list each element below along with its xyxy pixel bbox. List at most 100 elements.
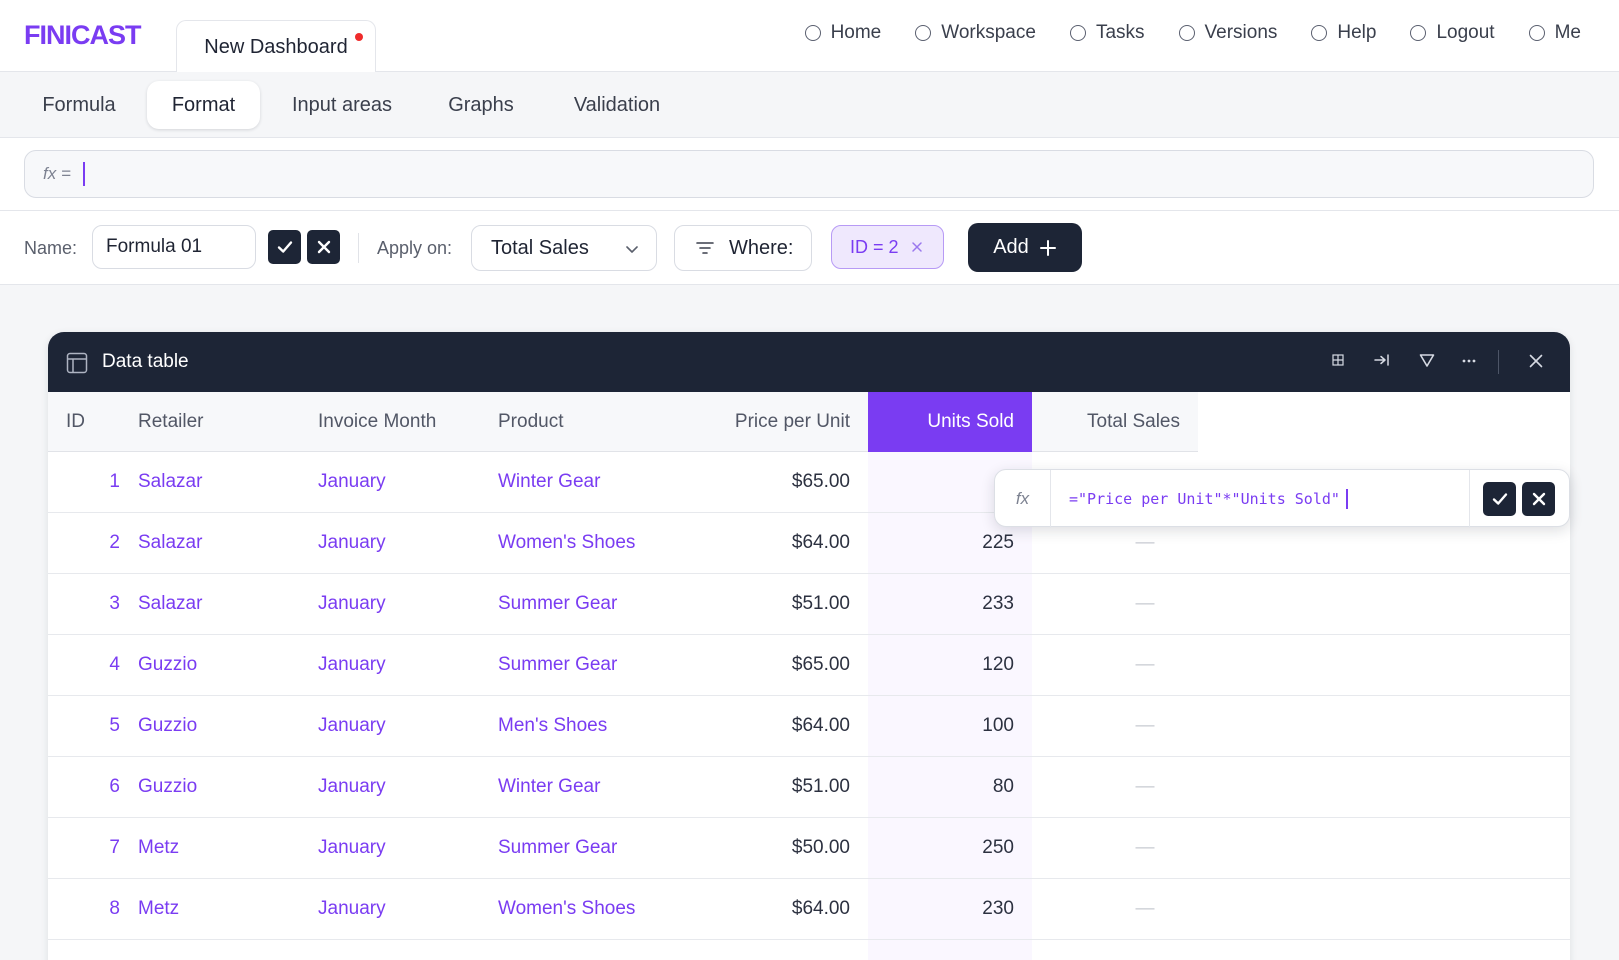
- cell-product[interactable]: Men's Shoes: [498, 696, 678, 756]
- expand-right-icon[interactable]: [1373, 352, 1391, 368]
- column-header-id[interactable]: ID: [66, 392, 126, 452]
- nav-me[interactable]: Me: [1528, 22, 1581, 44]
- cell-price-per-unit[interactable]: $64.00: [688, 696, 850, 756]
- confirm-formula-button[interactable]: [1483, 482, 1516, 516]
- cancel-name-button[interactable]: [307, 230, 340, 264]
- cell-units-sold[interactable]: 233: [868, 574, 1032, 634]
- column-header-price-per-unit[interactable]: Price per Unit: [688, 392, 850, 452]
- cell-retailer[interactable]: Metz: [138, 818, 308, 878]
- cell-total-sales[interactable]: —: [1032, 818, 1198, 878]
- formula-input[interactable]: fx =: [24, 150, 1594, 198]
- chip-remove-icon[interactable]: [911, 241, 923, 253]
- cell-invoice-month[interactable]: January: [318, 574, 488, 634]
- cell-product[interactable]: Winter Gear: [498, 757, 678, 817]
- cell-id[interactable]: 3: [66, 574, 120, 634]
- cell-invoice-month[interactable]: January: [318, 818, 488, 878]
- cell-id[interactable]: 6: [66, 757, 120, 817]
- grid-icon[interactable]: [1330, 352, 1346, 368]
- tab-formula[interactable]: Formula: [24, 81, 134, 129]
- cell-price-per-unit[interactable]: $51.00: [688, 574, 850, 634]
- cell-total-sales[interactable]: —: [1032, 879, 1198, 939]
- cell-product[interactable]: Women's Shoes: [498, 513, 678, 573]
- cell-total-sales[interactable]: —: [1032, 574, 1198, 634]
- nav-home[interactable]: Home: [804, 22, 881, 44]
- column-header-product[interactable]: Product: [498, 392, 678, 452]
- cell-product[interactable]: Summer Gear: [498, 574, 678, 634]
- where-filter-button[interactable]: Where:: [674, 225, 812, 271]
- nav-help[interactable]: Help: [1311, 22, 1376, 44]
- cell-total-sales[interactable]: —: [1032, 635, 1198, 695]
- cell-id[interactable]: 2: [66, 513, 120, 573]
- brand-logo[interactable]: FINICAST: [24, 20, 141, 51]
- cell-price-per-unit[interactable]: $65.00: [688, 635, 850, 695]
- cell-price-per-unit[interactable]: $65.00: [688, 452, 850, 512]
- cell-invoice-month[interactable]: January: [318, 879, 488, 939]
- cell-product[interactable]: Summer Gear: [498, 635, 678, 695]
- tab-format[interactable]: Format: [147, 81, 260, 129]
- close-icon[interactable]: [1527, 352, 1545, 370]
- circle-icon: [1311, 25, 1328, 41]
- column-header-invoice-month[interactable]: Invoice Month: [318, 392, 488, 452]
- cell-price-per-unit[interactable]: $64.00: [688, 879, 850, 939]
- filter-icon[interactable]: [1418, 352, 1436, 370]
- cell-retailer[interactable]: Metz: [138, 879, 308, 939]
- table-row[interactable]: 6 Guzzio January Winter Gear $51.00 80—: [48, 757, 1570, 818]
- table-row[interactable]: 4 Guzzio January Summer Gear $65.00 120—: [48, 635, 1570, 696]
- cell-product[interactable]: Winter Gear: [498, 452, 678, 512]
- cell-invoice-month[interactable]: January: [318, 696, 488, 756]
- cell-retailer[interactable]: Salazar: [138, 574, 308, 634]
- column-header-retailer[interactable]: Retailer: [138, 392, 308, 452]
- column-header-units-sold[interactable]: Units Sold: [868, 392, 1032, 452]
- tab-validation[interactable]: Validation: [556, 81, 678, 129]
- nav-tasks[interactable]: Tasks: [1069, 22, 1145, 44]
- cell-price-per-unit[interactable]: $51.00: [688, 757, 850, 817]
- cell-product[interactable]: Summer Gear: [498, 818, 678, 878]
- cell-units-sold[interactable]: 100: [868, 696, 1032, 756]
- cell-price-per-unit[interactable]: $64.00: [688, 513, 850, 573]
- cell-invoice-month[interactable]: January: [318, 635, 488, 695]
- table-row[interactable]: 7 Metz January Summer Gear $50.00 250—: [48, 818, 1570, 879]
- tab-graphs[interactable]: Graphs: [430, 81, 532, 129]
- nav-logout[interactable]: Logout: [1410, 22, 1495, 44]
- cell-id[interactable]: 5: [66, 696, 120, 756]
- cell-id[interactable]: 8: [66, 879, 120, 939]
- circle-icon: [804, 25, 821, 41]
- table-row[interactable]: 3 Salazar January Summer Gear $51.00 233—: [48, 574, 1570, 635]
- more-icon[interactable]: [1460, 352, 1478, 370]
- cancel-formula-button[interactable]: [1522, 482, 1555, 516]
- cell-retailer[interactable]: Guzzio: [138, 696, 308, 756]
- cell-retailer[interactable]: Guzzio: [138, 757, 308, 817]
- cell-retailer[interactable]: Guzzio: [138, 635, 308, 695]
- cell-units-sold[interactable]: 120: [868, 635, 1032, 695]
- cell-id[interactable]: 7: [66, 818, 120, 878]
- add-button[interactable]: Add: [968, 223, 1082, 272]
- filter-chip[interactable]: ID = 2: [831, 225, 944, 269]
- cell-retailer[interactable]: Salazar: [138, 452, 308, 512]
- nav-workspace[interactable]: Workspace: [915, 22, 1036, 44]
- cell-retailer[interactable]: Salazar: [138, 513, 308, 573]
- confirm-name-button[interactable]: [268, 230, 301, 264]
- nav-versions[interactable]: Versions: [1178, 22, 1277, 44]
- cell-total-sales[interactable]: —: [1032, 757, 1198, 817]
- table-row[interactable]: 5 Guzzio January Men's Shoes $64.00 100—: [48, 696, 1570, 757]
- cell-invoice-month[interactable]: January: [318, 757, 488, 817]
- cell-invoice-month[interactable]: January: [318, 452, 488, 512]
- tab-input-areas[interactable]: Input areas: [278, 81, 406, 129]
- cell-units-sold[interactable]: 80: [868, 757, 1032, 817]
- cell-product[interactable]: Women's Shoes: [498, 879, 678, 939]
- name-input[interactable]: Formula 01: [92, 225, 256, 269]
- cell-invoice-month[interactable]: January: [318, 513, 488, 573]
- cell-formula-input[interactable]: ="Price per Unit"*"Units Sold": [1069, 470, 1348, 528]
- apply-on-select[interactable]: Total Sales: [471, 225, 657, 271]
- document-tab[interactable]: New Dashboard: [176, 20, 376, 73]
- cell-units-sold[interactable]: 250: [868, 818, 1032, 878]
- cell-id[interactable]: 1: [66, 452, 120, 512]
- table-row[interactable]: 8 Metz January Women's Shoes $64.00 230—: [48, 879, 1570, 940]
- cell-price-per-unit[interactable]: $50.00: [688, 818, 850, 878]
- cell-formula-editor[interactable]: fx ="Price per Unit"*"Units Sold": [994, 469, 1570, 528]
- column-header-total-sales[interactable]: Total Sales: [1032, 392, 1198, 452]
- top-bar: FINICAST New Dashboard Home Workspace Ta…: [0, 0, 1619, 73]
- cell-units-sold[interactable]: 230: [868, 879, 1032, 939]
- cell-id[interactable]: 4: [66, 635, 120, 695]
- cell-total-sales[interactable]: —: [1032, 696, 1198, 756]
